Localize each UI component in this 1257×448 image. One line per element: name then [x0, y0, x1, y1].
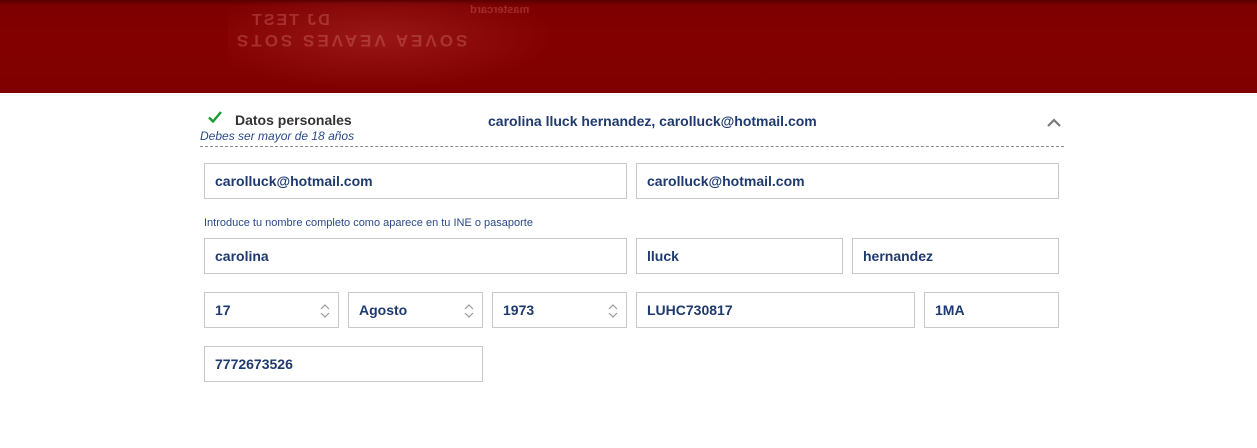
- rfc-input[interactable]: [637, 293, 914, 327]
- birth-month-select[interactable]: Agosto: [348, 292, 483, 328]
- homoclave-input[interactable]: [925, 293, 1058, 327]
- header-banner: DJ TEST SOVEA VEAVES SOTS mastercard: [0, 0, 1257, 93]
- homoclave-field[interactable]: [924, 292, 1059, 328]
- section-title: Datos personales: [235, 112, 352, 128]
- updown-arrows-icon: [608, 304, 618, 318]
- birth-month-value: Agosto: [359, 302, 408, 318]
- email-confirm-input[interactable]: [637, 164, 1058, 198]
- banner-ghost-text: SOVEA VEAVES SOTS: [234, 31, 468, 50]
- birth-year-select[interactable]: 1973: [492, 292, 627, 328]
- name-hint: Introduce tu nombre completo como aparec…: [204, 217, 533, 229]
- checkmark-icon: [208, 111, 222, 124]
- updown-arrows-icon: [320, 304, 330, 318]
- phone-field[interactable]: [204, 346, 483, 382]
- personal-data-section-header[interactable]: Datos personales Debes ser mayor de 18 a…: [200, 104, 1064, 147]
- first-name-input[interactable]: [205, 239, 626, 273]
- last-name-1-field[interactable]: [636, 238, 843, 274]
- updown-arrows-icon: [464, 304, 474, 318]
- banner-ghost-text: mastercard: [470, 4, 530, 16]
- birth-day-value: 17: [215, 302, 231, 318]
- banner-ghost-text: DJ TEST: [250, 12, 330, 29]
- rfc-field[interactable]: [636, 292, 915, 328]
- email-input[interactable]: [205, 164, 626, 198]
- last-name-1-input[interactable]: [637, 239, 842, 273]
- birth-day-select[interactable]: 17: [204, 292, 339, 328]
- section-subtitle: Debes ser mayor de 18 años: [200, 129, 355, 143]
- email-confirm-field[interactable]: [636, 163, 1059, 199]
- email-field[interactable]: [204, 163, 627, 199]
- section-summary: carolina lluck hernandez, carolluck@hotm…: [488, 113, 817, 129]
- chevron-up-icon[interactable]: [1046, 116, 1062, 128]
- last-name-2-field[interactable]: [852, 238, 1059, 274]
- phone-input[interactable]: [205, 347, 482, 381]
- birth-year-value: 1973: [503, 302, 535, 318]
- last-name-2-input[interactable]: [853, 239, 1058, 273]
- first-name-field[interactable]: [204, 238, 627, 274]
